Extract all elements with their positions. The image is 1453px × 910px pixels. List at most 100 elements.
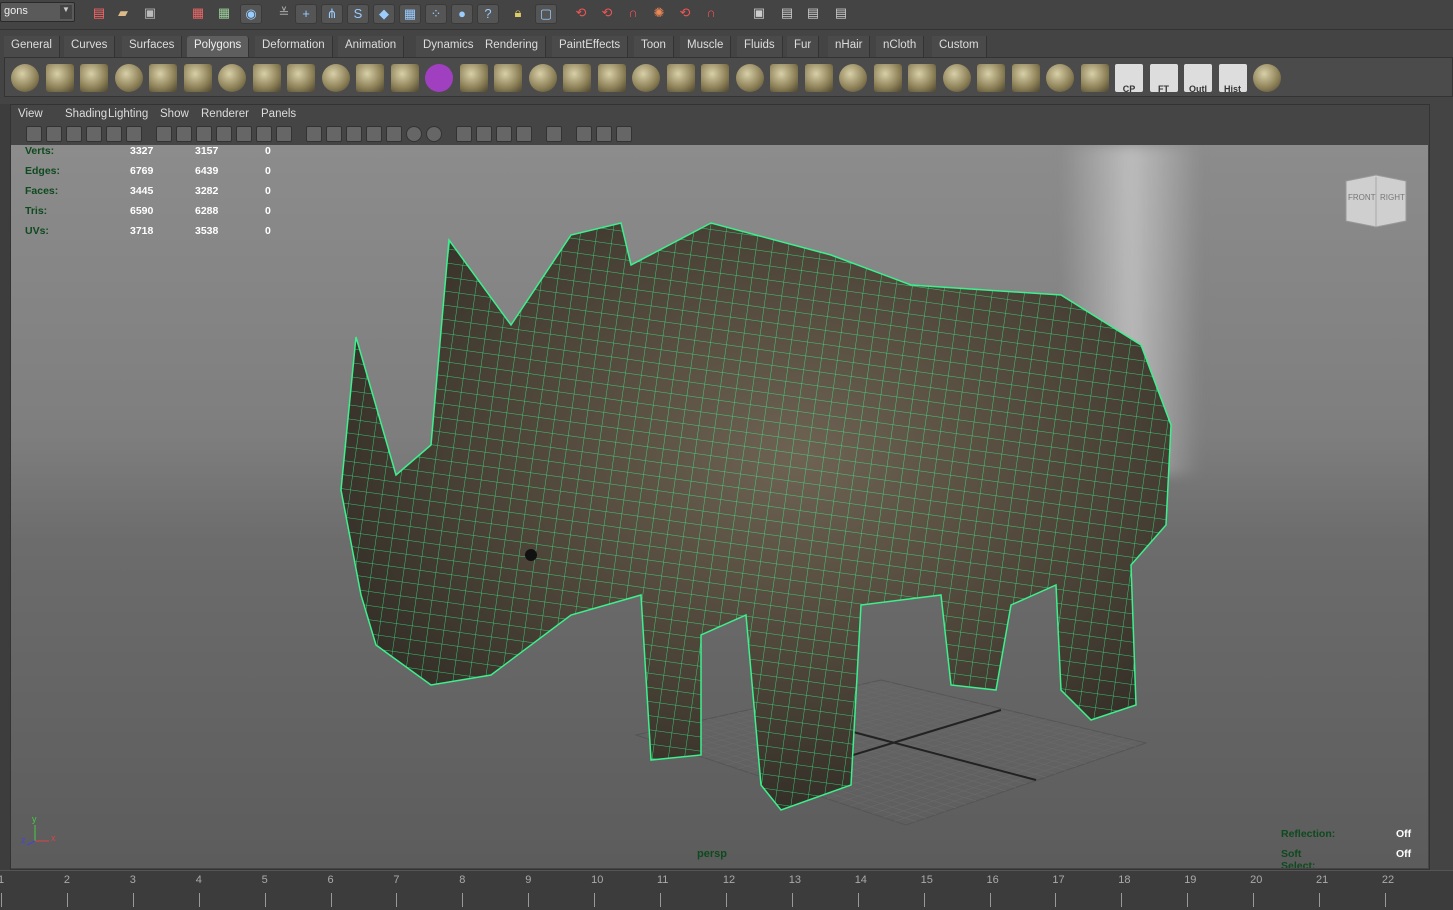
snap-plane-icon[interactable]: ◆ xyxy=(373,4,395,24)
viewport-tool-icon-5[interactable] xyxy=(106,126,122,142)
render-settings-icon[interactable]: ∩ xyxy=(700,4,722,24)
viewport-tool-icon-7[interactable] xyxy=(156,126,172,142)
shelf-tool-icon-14[interactable] xyxy=(459,64,488,92)
shelf-tool-icon-5[interactable] xyxy=(149,64,177,92)
render-icon[interactable]: ✺ xyxy=(648,4,670,24)
viewport-tool-icon-28[interactable] xyxy=(616,126,632,142)
tab-animation[interactable]: Animation xyxy=(338,36,405,57)
clapper-icon[interactable]: ▤ xyxy=(776,4,798,24)
snap-surface-icon[interactable]: ▦ xyxy=(399,4,421,24)
viewport-tool-icon-9[interactable] xyxy=(196,126,212,142)
shelf-tool-icon-21[interactable] xyxy=(701,64,729,92)
menu-set-dropdown[interactable]: gons ▼ xyxy=(0,2,75,22)
shelf-tool-icon-12[interactable] xyxy=(390,64,419,92)
shelf-tool-icon-8[interactable] xyxy=(252,64,281,92)
shelf-tool-icon-22[interactable] xyxy=(735,64,764,92)
snap-curve-icon[interactable]: ⋔ xyxy=(321,4,343,24)
tab-toon[interactable]: Toon xyxy=(634,36,674,57)
viewport-tool-icon-11[interactable] xyxy=(236,126,252,142)
viewport-tool-icon-21[interactable] xyxy=(456,126,472,142)
shelf-tool-icon-18[interactable] xyxy=(597,64,626,92)
tab-muscle[interactable]: Muscle xyxy=(680,36,732,57)
tab-fluids[interactable]: Fluids xyxy=(737,36,783,57)
lock-icon[interactable]: 🔒︎ xyxy=(507,4,529,24)
shelf-tool-icon-4[interactable] xyxy=(114,64,143,92)
construction-icon[interactable]: ⟲ xyxy=(596,4,618,24)
shelf-tool-icon-30[interactable] xyxy=(1011,64,1040,92)
viewport-tool-icon-24[interactable] xyxy=(516,126,532,142)
viewport-tool-icon-2[interactable] xyxy=(46,126,62,142)
magnet-icon[interactable]: ∩ xyxy=(622,4,644,24)
viewport-tool-icon-22[interactable] xyxy=(476,126,492,142)
shelf-tool-icon-37[interactable] xyxy=(1253,64,1281,92)
shelf-tool-icon-28[interactable] xyxy=(942,64,971,92)
shelf-tool-icon-3[interactable] xyxy=(80,64,108,92)
new-scene-icon[interactable]: ▤ xyxy=(88,4,110,24)
shelf-tool-icon-17[interactable] xyxy=(563,64,591,92)
shelf-tool-icon-29[interactable] xyxy=(977,64,1005,92)
viewport-tool-icon-19[interactable] xyxy=(406,126,422,142)
shelf-tool-icon-20[interactable] xyxy=(666,64,695,92)
shelf-ft-button[interactable]: FT xyxy=(1149,64,1178,94)
viewport-tool-icon-27[interactable] xyxy=(596,126,612,142)
shelf-tool-icon-19[interactable] xyxy=(632,64,660,92)
viewport-tool-icon-20[interactable] xyxy=(426,126,442,142)
tab-nhair[interactable]: nHair xyxy=(828,36,871,57)
snap-point-icon[interactable]: S xyxy=(347,4,369,24)
viewport-tool-icon-25[interactable] xyxy=(546,126,562,142)
render-settings2-icon[interactable]: ▤ xyxy=(802,4,824,24)
perspective-viewport[interactable]: Verts: 3327 3157 0 Edges: 6769 6439 0 Faces: 3445… xyxy=(11,145,1428,868)
tab-painteffects[interactable]: PaintEffects xyxy=(552,36,629,57)
live-icon[interactable]: ● xyxy=(451,4,473,24)
history-icon[interactable]: ⟲ xyxy=(570,4,592,24)
shelf-tool-icon-31[interactable] xyxy=(1046,64,1074,92)
tab-polygons[interactable]: Polygons xyxy=(187,36,250,57)
shelf-tool-icon-27[interactable] xyxy=(908,64,936,92)
viewport-menu-view[interactable]: View xyxy=(18,108,43,120)
viewport-tool-icon-23[interactable] xyxy=(496,126,512,142)
snap-grid-icon[interactable]: + xyxy=(295,4,317,24)
viewport-tool-icon-16[interactable] xyxy=(346,126,362,142)
tab-fur[interactable]: Fur xyxy=(787,36,820,57)
viewport-tool-icon-8[interactable] xyxy=(176,126,192,142)
tab-surfaces[interactable]: Surfaces xyxy=(122,36,183,57)
view-cube-right[interactable]: RIGHT xyxy=(1380,193,1405,202)
tab-curves[interactable]: Curves xyxy=(64,36,116,57)
select-component-icon[interactable]: ◉ xyxy=(240,4,262,24)
view-cube[interactable]: FRONT RIGHT xyxy=(1344,173,1408,229)
view-cube-front[interactable]: FRONT xyxy=(1348,193,1376,202)
shelf-tool-icon-6[interactable] xyxy=(183,64,212,92)
tab-dynamics[interactable]: Dynamics xyxy=(416,36,482,57)
viewport-tool-icon-6[interactable] xyxy=(126,126,142,142)
help-icon[interactable]: ? xyxy=(477,4,499,24)
shelf-tool-icon-23[interactable] xyxy=(770,64,798,92)
render-view-icon[interactable]: ▣ xyxy=(748,4,770,24)
shelf-tool-icon-1[interactable] xyxy=(11,64,39,92)
viewport-menu-panels[interactable]: Panels xyxy=(261,108,296,120)
shelf-tool-icon-32[interactable] xyxy=(1080,64,1109,92)
hypershade-icon[interactable]: ▤ xyxy=(830,4,852,24)
viewport-menu-show[interactable]: Show xyxy=(160,108,189,120)
viewport-tool-icon-14[interactable] xyxy=(306,126,322,142)
viewport-tool-icon-17[interactable] xyxy=(366,126,382,142)
viewport-menu-shading[interactable]: Shading xyxy=(65,108,107,120)
time-slider[interactable]: 1 2 3 4 5 6 7 8 9 10 11 12 13 14 15 16 17 18 19 20 21 22 xyxy=(0,870,1453,910)
shelf-hist-button[interactable]: Hist xyxy=(1218,64,1247,94)
viewport-tool-icon-1[interactable] xyxy=(26,126,42,142)
shelf-tool-icon-13[interactable] xyxy=(425,64,453,92)
select-icon[interactable]: ▢ xyxy=(535,4,557,24)
shelf-outl-button[interactable]: Outl xyxy=(1184,64,1212,94)
tab-ncloth[interactable]: nCloth xyxy=(876,36,925,57)
shelf-tool-icon-9[interactable] xyxy=(287,64,315,92)
select-object-icon[interactable]: ▦ xyxy=(213,4,235,24)
viewport-tool-icon-18[interactable] xyxy=(386,126,402,142)
rhino-model[interactable] xyxy=(11,145,1428,868)
shelf-tool-icon-25[interactable] xyxy=(839,64,867,92)
tab-custom[interactable]: Custom xyxy=(932,36,987,57)
tab-deformation[interactable]: Deformation xyxy=(255,36,333,57)
viewport-menu-lighting[interactable]: Lighting xyxy=(108,108,148,120)
shelf-tool-icon-24[interactable] xyxy=(804,64,833,92)
viewport-tool-icon-15[interactable] xyxy=(326,126,342,142)
shelf-tool-icon-11[interactable] xyxy=(356,64,384,92)
viewport-menu-renderer[interactable]: Renderer xyxy=(201,108,249,120)
